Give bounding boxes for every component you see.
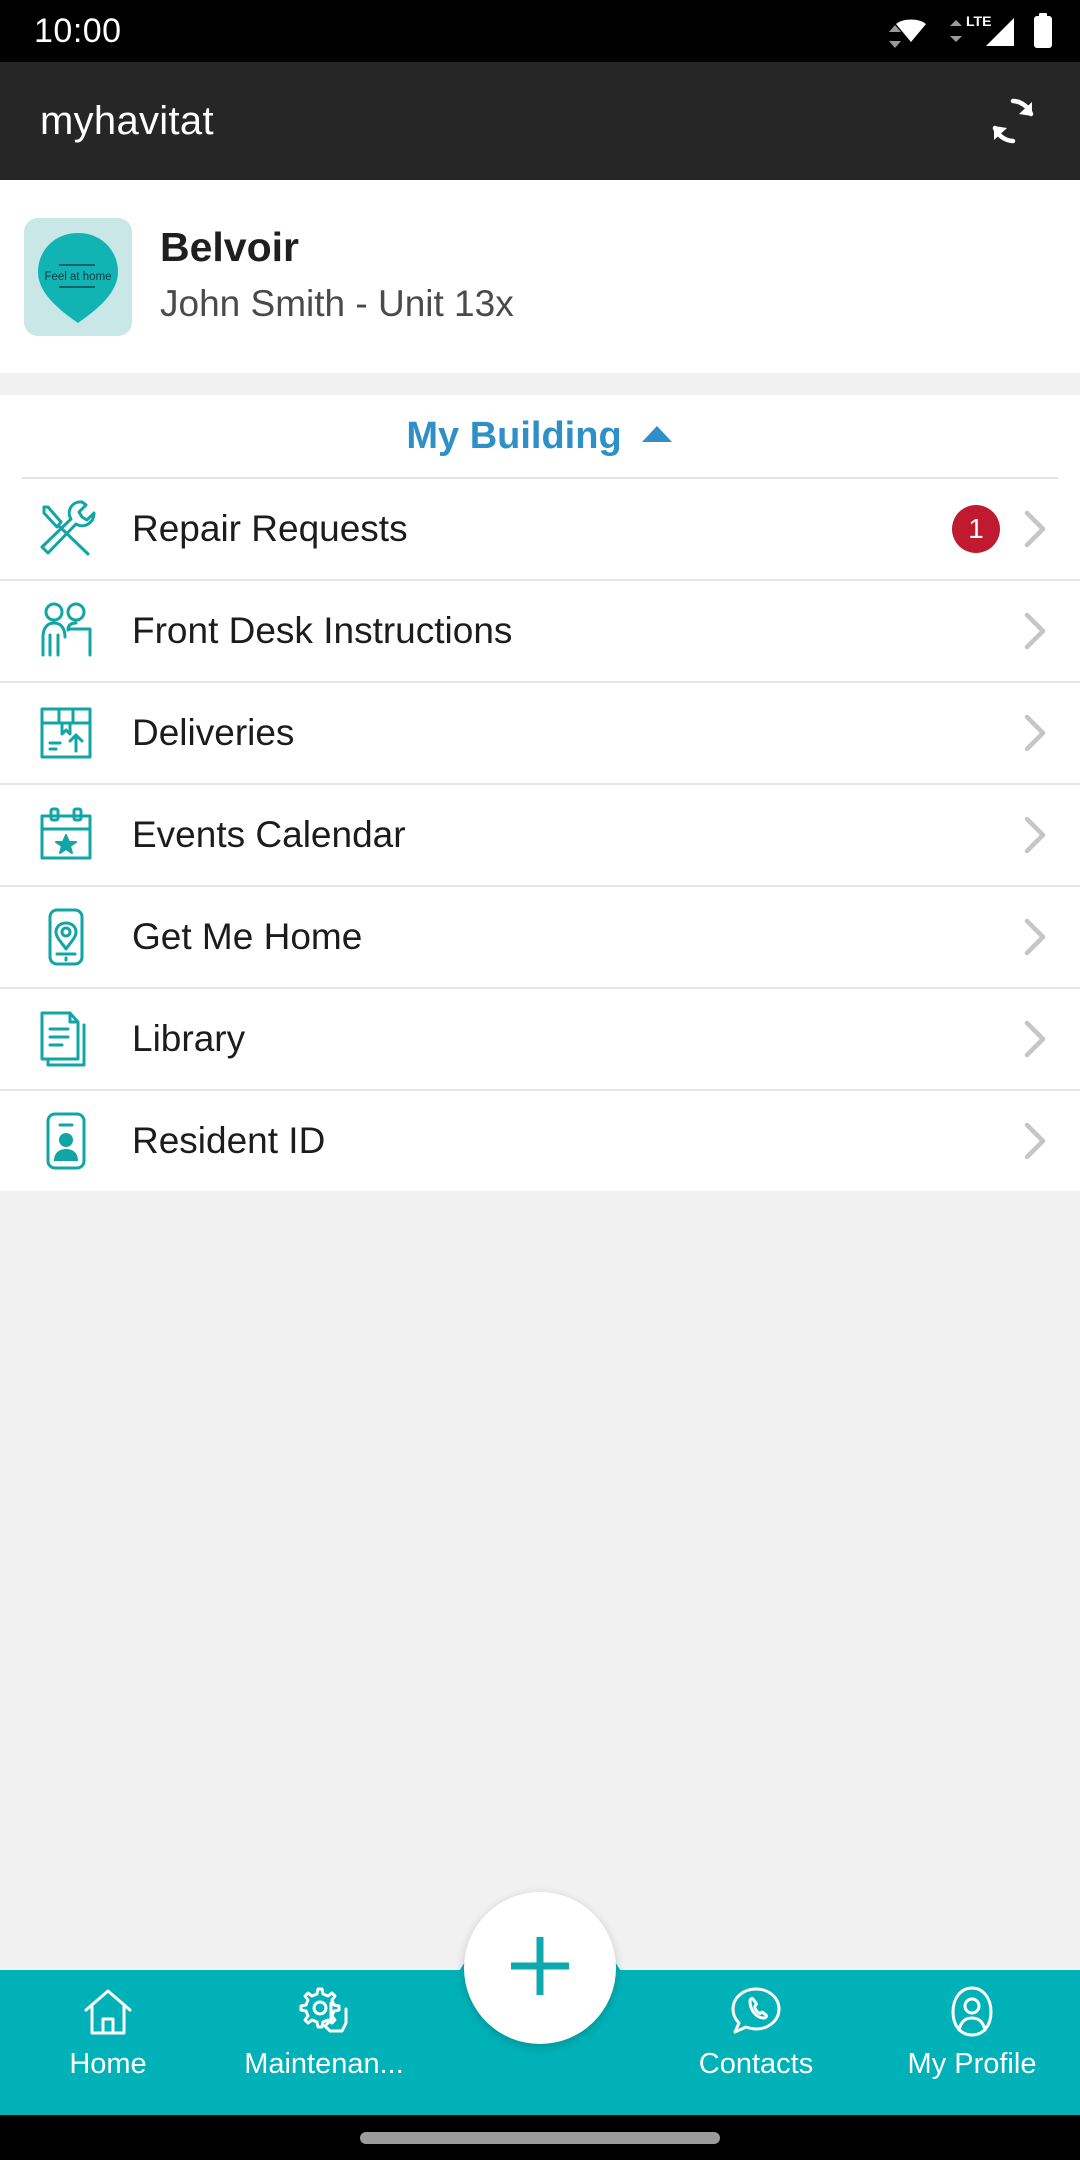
chevron-right-icon	[1018, 918, 1052, 956]
battery-icon	[1032, 13, 1054, 49]
app-title: myhavitat	[40, 98, 214, 143]
my-building-menu-list: Repair Requests 1 Front Desk Instruction…	[0, 479, 1080, 1191]
svg-text:LTE: LTE	[966, 13, 991, 29]
property-card[interactable]: Feel at home Belvoir John Smith - Unit 1…	[0, 180, 1080, 373]
wifi-icon	[886, 13, 932, 49]
documents-icon	[28, 1001, 104, 1077]
list-item[interactable]: Library	[0, 989, 1080, 1089]
calendar-icon	[28, 797, 104, 873]
person-icon	[946, 1984, 998, 2040]
status-clock: 10:00	[34, 11, 122, 50]
section-header-my-building[interactable]: My Building	[0, 395, 1080, 477]
status-bar: 10:00 LTE	[0, 0, 1080, 62]
list-item[interactable]: Repair Requests 1	[0, 479, 1080, 579]
list-item-label: Events Calendar	[132, 814, 406, 855]
system-gesture-bar	[0, 2115, 1080, 2160]
app-bar: myhavitat	[0, 62, 1080, 180]
list-item[interactable]: Deliveries	[0, 683, 1080, 783]
list-item[interactable]: Events Calendar	[0, 785, 1080, 885]
chevron-up-icon	[640, 423, 674, 450]
list-item-label: Resident ID	[132, 1120, 326, 1161]
chevron-right-icon	[1018, 510, 1052, 548]
lte-signal-icon: LTE	[946, 12, 1018, 50]
list-item-label: Get Me Home	[132, 916, 363, 957]
nav-item-contacts[interactable]: Contacts	[648, 1984, 864, 2081]
chevron-right-icon	[1018, 612, 1052, 650]
nav-label: My Profile	[907, 2048, 1037, 2080]
bottom-navigation-bar: Home Maintenan... Contacts My Profile	[0, 1892, 1080, 2115]
nav-label: Maintenan...	[244, 2048, 404, 2080]
list-item-label: Repair Requests	[132, 508, 408, 549]
svg-text:Feel at home: Feel at home	[44, 271, 111, 283]
list-item-label: Front Desk Instructions	[132, 610, 513, 651]
nav-item-home[interactable]: Home	[0, 1984, 216, 2081]
chevron-right-icon	[1018, 816, 1052, 854]
front-desk-icon	[28, 593, 104, 669]
phone-pin-icon	[28, 899, 104, 975]
tools-icon	[28, 491, 104, 567]
section-title: My Building	[406, 414, 622, 457]
phone-screen: 10:00 LTE myhavitat Feel at home Belvoir…	[0, 0, 1080, 2160]
property-text: Belvoir John Smith - Unit 13x	[160, 224, 514, 329]
list-item[interactable]: Get Me Home	[0, 887, 1080, 987]
gesture-pill[interactable]	[360, 2131, 720, 2144]
house-icon	[80, 1984, 136, 2040]
section-gap	[0, 373, 1080, 395]
gear-hand-icon	[295, 1984, 353, 2040]
list-item-label: Deliveries	[132, 712, 295, 753]
nav-item-maintenance[interactable]: Maintenan...	[216, 1984, 432, 2081]
bottom-nav-items: Home Maintenan... Contacts My Profile	[0, 1970, 1080, 2115]
status-badge: 1	[952, 505, 1000, 553]
property-name: Belvoir	[160, 223, 299, 270]
list-item-label: Library	[132, 1018, 246, 1059]
nav-item-my-profile[interactable]: My Profile	[864, 1984, 1080, 2081]
list-item[interactable]: Resident ID	[0, 1091, 1080, 1191]
my-building-section: My Building Repair Requests 1 Front Desk…	[0, 395, 1080, 1191]
property-resident-unit: John Smith - Unit 13x	[160, 283, 514, 325]
nav-label: Contacts	[698, 2048, 814, 2080]
list-item[interactable]: Front Desk Instructions	[0, 581, 1080, 681]
chevron-right-icon	[1018, 1122, 1052, 1160]
chevron-right-icon	[1018, 714, 1052, 752]
phone-bubble-icon	[728, 1984, 784, 2040]
chevron-right-icon	[1018, 1020, 1052, 1058]
refresh-sync-icon[interactable]	[980, 88, 1046, 154]
status-icon-group: LTE	[886, 12, 1054, 50]
package-icon	[28, 695, 104, 771]
map-pin-logo-icon: Feel at home	[38, 232, 118, 323]
property-logo: Feel at home	[24, 217, 132, 336]
id-badge-icon	[28, 1103, 104, 1179]
nav-label: Home	[69, 2048, 147, 2080]
